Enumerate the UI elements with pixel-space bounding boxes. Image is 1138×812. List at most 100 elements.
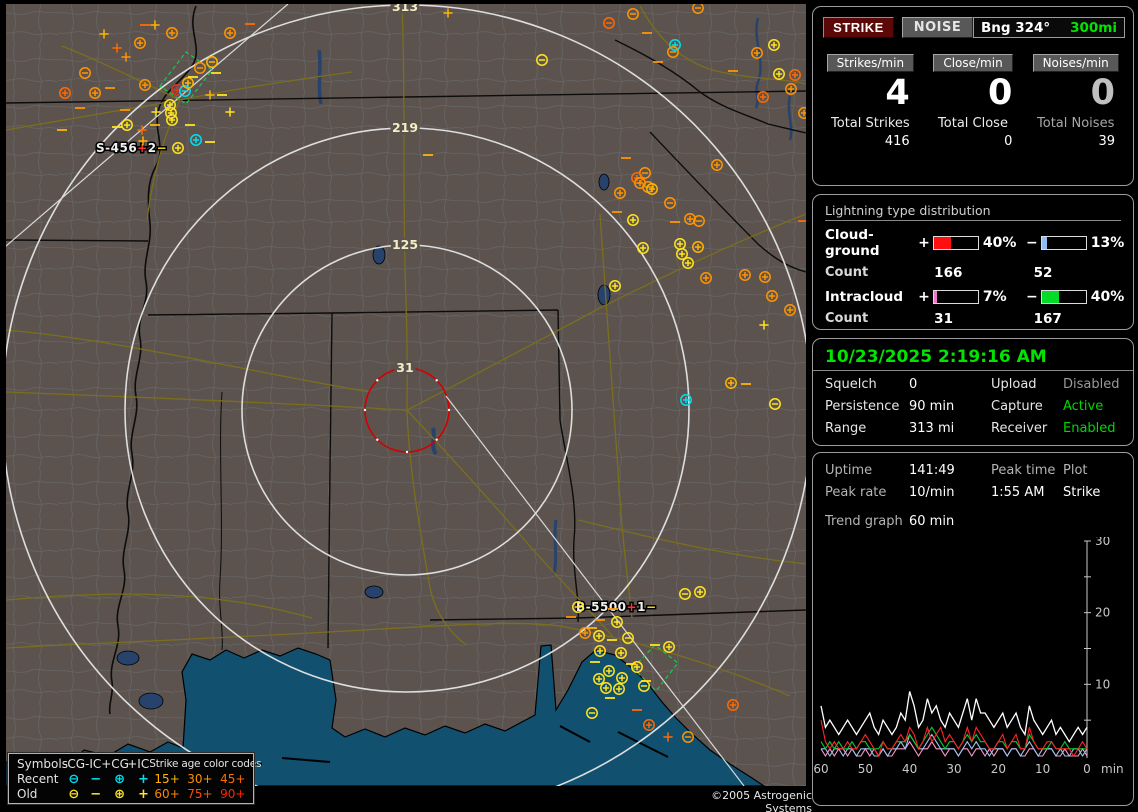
legend-col-+IC: +IC <box>127 757 150 771</box>
uptime-grid: Uptime 141:49 Peak time Plot Peak rate 10/min… <box>825 463 1133 500</box>
minus-sign: − <box>1025 289 1038 305</box>
trend-xlabel: min <box>1101 762 1124 776</box>
legend-age-90+: 90+ <box>220 787 246 801</box>
rate-columns: Strikes/min 4 Total Strikes 416 Close/min 0 To… <box>819 54 1127 149</box>
grid-cell: Capture <box>991 399 1043 414</box>
legend-age-45+: 45+ <box>220 772 246 786</box>
total-label: Total Close <box>938 116 1008 131</box>
legend-glyph: − <box>90 787 102 802</box>
legend-row-label: Recent <box>17 772 59 786</box>
legend-age-15+: 15+ <box>154 772 180 786</box>
dist-pct-pos: 40% <box>982 235 1017 251</box>
ring-label-31: 31 <box>396 360 413 375</box>
legend-glyph: ⊖ <box>68 772 80 787</box>
trend-ytick: 10 <box>1095 677 1110 691</box>
rate-value: 4 <box>885 73 910 113</box>
copyright-text: ©2005 Astrogenic Systems <box>662 789 812 812</box>
trend-box: Uptime 141:49 Peak time Plot Peak rate 10/min… <box>812 452 1134 806</box>
legend-glyph: − <box>90 772 102 787</box>
trend-ytick: 30 <box>1095 537 1110 548</box>
ring-label-313: 313 <box>392 4 418 14</box>
grid-cell: Uptime <box>825 463 873 478</box>
trend-chart: 10 20 30 60 50 40 30 20 10 0 min <box>813 537 1124 776</box>
grid-cell: Disabled <box>1063 377 1120 392</box>
rate-column: Noises/min 0 Total Noises 39 <box>1024 54 1127 149</box>
bearing-readout: Bng 324° 300mi <box>972 17 1125 38</box>
rate-header-button[interactable]: Strikes/min <box>826 54 915 72</box>
grid-cell: Peak time <box>991 463 1056 478</box>
map-legend: Symbols -CG -IC +CG +IC Strike age color code… <box>7 752 261 805</box>
divider <box>813 370 1133 371</box>
app-window: 31 125 219 313 S-456+2− B-5500+1− Symbols -CG… <box>0 0 1138 812</box>
distribution-rows: Cloud-ground +40% −13% Count 166 52 Intracloud… <box>813 227 1133 327</box>
stats-box: STRIKE NOISE Bng 324° 300mi Strikes/min 4… <box>812 6 1134 186</box>
settings-grid: Squelch 0 Upload Disabled Persistence 90 min C… <box>825 377 1133 436</box>
ring-label-125: 125 <box>392 237 418 252</box>
count-label: Count <box>825 311 869 326</box>
grid-cell: 90 min <box>909 399 955 414</box>
trend-xtick: 0 <box>1083 762 1091 776</box>
grid-cell: Range <box>825 421 867 436</box>
total-label: Total Strikes <box>831 116 910 131</box>
trend-series-cg_neg <box>821 733 1088 758</box>
strike-button[interactable]: STRIKE <box>823 17 894 38</box>
grid-cell: 141:49 <box>909 463 955 478</box>
cell-label-B-5500: B-5500+1− <box>576 600 657 614</box>
count-label: Count <box>825 265 869 280</box>
trend-xtick: 30 <box>946 762 961 776</box>
noise-button[interactable]: NOISE <box>901 17 973 38</box>
legend-age-30+: 30+ <box>187 772 213 786</box>
grid-cell: Enabled <box>1063 421 1116 436</box>
total-value: 39 <box>1098 134 1116 149</box>
trend-xtick: 60 <box>813 762 828 776</box>
trend-xtick: 10 <box>1035 762 1050 776</box>
rate-header-button[interactable]: Close/min <box>933 54 1013 72</box>
map-area[interactable]: 31 125 219 313 S-456+2− B-5500+1− <box>6 4 806 786</box>
count-pos: 166 <box>934 265 963 281</box>
bearing-label: Bng 324° <box>980 19 1051 36</box>
trend-series-total <box>820 691 1088 743</box>
grid-cell: Upload <box>991 377 1037 392</box>
dist-bar-pos <box>932 236 979 250</box>
grid-cell: 313 mi <box>909 421 955 436</box>
rate-column: Strikes/min 4 Total Strikes 416 <box>819 54 922 149</box>
count-pos: 31 <box>934 311 953 327</box>
distribution-title: Lightning type distribution <box>825 203 1121 221</box>
trend-series-ic_neg <box>820 726 1087 750</box>
legend-col--CG: -CG <box>63 757 86 771</box>
total-label: Total Noises <box>1037 116 1115 131</box>
grid-cell: Strike <box>1063 485 1101 500</box>
grid-cell: Squelch <box>825 377 877 392</box>
trend-xtick: 20 <box>991 762 1006 776</box>
side-panel: STRIKE NOISE Bng 324° 300mi Strikes/min 4… <box>812 0 1136 812</box>
dist-bar-neg <box>1040 290 1087 304</box>
legend-glyph: ⊖ <box>68 787 80 802</box>
grid-cell: Receiver <box>991 421 1048 436</box>
count-neg: 167 <box>1033 311 1062 327</box>
grid-cell: 1:55 AM <box>991 485 1045 500</box>
legend-col-+CG: +CG <box>101 757 129 771</box>
legend-row-label: Old <box>17 787 38 801</box>
rate-header-button[interactable]: Noises/min <box>1032 54 1119 72</box>
grid-cell: Peak rate <box>825 485 887 500</box>
rate-value: 0 <box>987 73 1013 113</box>
grid-cell: Active <box>1063 399 1104 414</box>
legend-symbols-header: Symbols <box>17 757 68 771</box>
legend-glyph: ⊕ <box>114 772 126 787</box>
legend-age-header: Strike age color codes <box>149 758 262 770</box>
rate-column: Close/min 0 Total Close 0 <box>922 54 1025 149</box>
legend-age-60+: 60+ <box>154 787 180 801</box>
plus-sign: + <box>918 289 930 305</box>
dist-bar-pos <box>932 290 979 304</box>
total-value: 416 <box>884 134 910 149</box>
datetime-readout: 10/23/2025 2:19:16 AM <box>825 347 1047 367</box>
dist-bar-neg <box>1040 236 1087 250</box>
distribution-count-row: Count 31 167 <box>825 311 1133 327</box>
grid-cell: 10/min <box>909 485 955 500</box>
legend-glyph: + <box>138 787 149 802</box>
status-box: 10/23/2025 2:19:16 AM Squelch 0 Upload Disa… <box>812 338 1134 446</box>
dist-pct-neg: 13% <box>1090 235 1125 251</box>
trend-graph-value: 60 min <box>909 514 955 529</box>
legend-age-75+: 75+ <box>187 787 213 801</box>
count-neg: 52 <box>1033 265 1053 281</box>
